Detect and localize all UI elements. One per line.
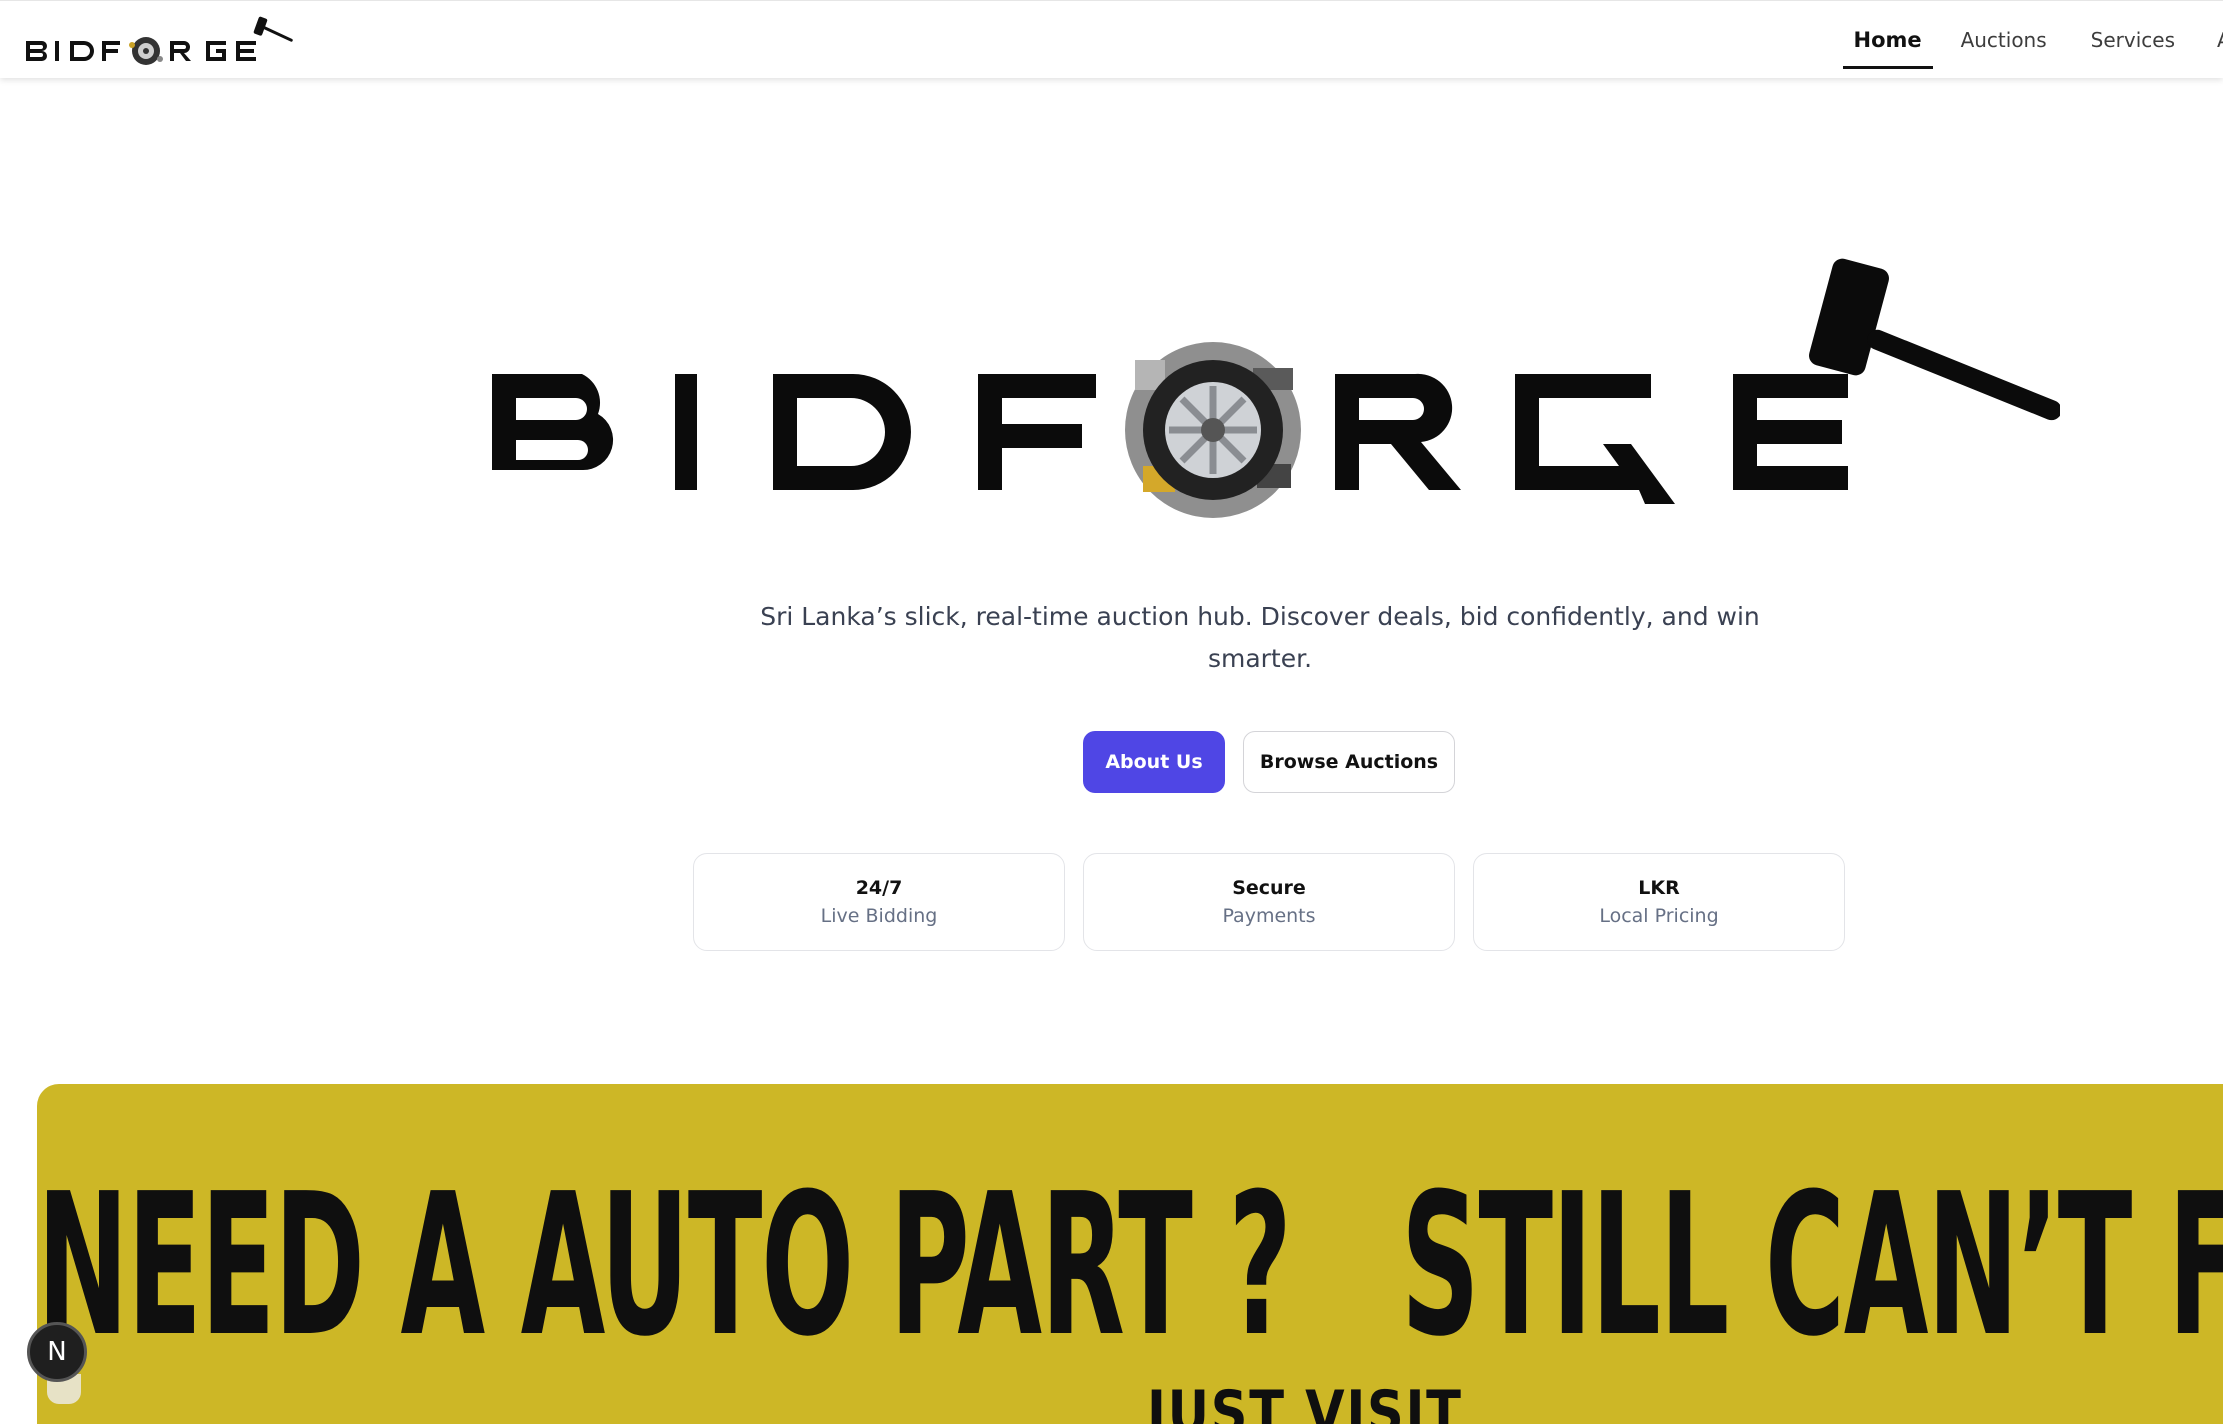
stat-label: Live Bidding	[820, 905, 938, 927]
promo-banner: NEED A AUTO PART ? STILL CAN’T FI JUST V…	[37, 1084, 2223, 1424]
nextjs-dev-badge[interactable]: N	[27, 1322, 87, 1382]
nav-services[interactable]: Services	[2075, 1, 2191, 79]
stat-card-live-bidding: 24/7 Live Bidding	[693, 853, 1065, 951]
site-header: Home Auctions Services A	[0, 0, 2223, 78]
browse-auctions-button[interactable]: Browse Auctions	[1243, 731, 1455, 793]
stat-card-secure-payments: Secure Payments	[1083, 853, 1455, 951]
stat-card-local-pricing: LKR Local Pricing	[1473, 853, 1845, 951]
hero-tagline: Sri Lanka’s slick, real-time auction hub…	[760, 602, 1760, 673]
main-nav: Home Auctions Services A	[1842, 1, 2223, 79]
hero-actions: About Us Browse Auctions	[1083, 731, 1455, 793]
about-us-button[interactable]: About Us	[1083, 731, 1225, 793]
nav-home[interactable]: Home	[1842, 1, 1933, 79]
stat-value: LKR	[1638, 877, 1680, 899]
nextjs-icon: N	[47, 1337, 67, 1367]
banner-marquee-text: NEED A AUTO PART ? STILL CAN’T FI	[37, 1152, 2223, 1380]
hero-stats: 24/7 Live Bidding Secure Payments LKR Lo…	[693, 853, 1845, 951]
nav-auctions[interactable]: Auctions	[1945, 1, 2063, 79]
stat-label: Local Pricing	[1599, 905, 1719, 927]
stat-value: 24/7	[855, 877, 903, 899]
banner-subtext: JUST VISIT	[1147, 1378, 1463, 1424]
nav-about-truncated[interactable]: A	[2201, 1, 2223, 79]
hero-logo	[492, 258, 2060, 518]
brand-logo[interactable]	[24, 11, 304, 71]
stat-label: Payments	[1222, 905, 1316, 927]
stat-value: Secure	[1232, 877, 1306, 899]
